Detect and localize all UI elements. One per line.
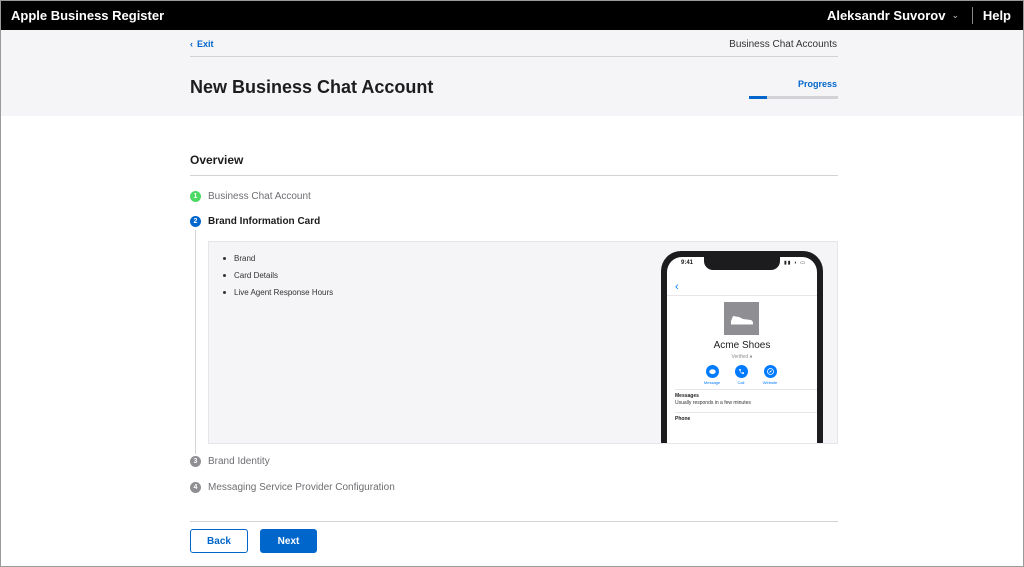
step-number-badge: 3: [190, 456, 201, 467]
top-navigation-bar: Apple Business Register Aleksandr Suvoro…: [1, 1, 1023, 30]
status-icons: ▮▮ ◗ ▭: [783, 260, 806, 266]
step-messaging-service-provider-configuration[interactable]: 4 Messaging Service Provider Configurati…: [190, 482, 395, 493]
divider: [190, 56, 838, 57]
status-time: 9:41: [681, 260, 694, 266]
page-header: ‹ Exit Business Chat Accounts New Busine…: [1, 30, 1023, 116]
action-label: Message: [703, 380, 721, 385]
user-name: Aleksandr Suvorov: [826, 8, 946, 23]
list-item: Live Agent Response Hours: [223, 288, 333, 297]
verified-text: Verified: [731, 354, 749, 360]
compass-icon: [763, 365, 777, 378]
page-title: New Business Chat Account: [190, 77, 434, 97]
phone-preview: 9:41 ▮▮ ◗ ▭ ‹ Acme Shoes Verified ● Mess…: [661, 251, 823, 443]
messages-description: Usually responds in a few minutes: [675, 400, 751, 406]
exit-link[interactable]: ‹ Exit: [190, 39, 214, 49]
shoe-logo-icon: [724, 302, 759, 335]
step-label: Brand Identity: [208, 456, 270, 467]
step-label: Business Chat Account: [208, 191, 311, 202]
divider: [675, 412, 817, 413]
call-action: Call: [733, 365, 749, 385]
message-icon: [705, 365, 719, 378]
list-item: Brand: [223, 254, 333, 263]
action-label: Website: [762, 380, 778, 385]
back-button[interactable]: Back: [190, 529, 248, 553]
brand-information-card: Brand Card Details Live Agent Response H…: [208, 241, 838, 444]
message-action: Message: [704, 365, 720, 385]
messages-title: Messages: [675, 393, 699, 399]
step-number-badge: 2: [190, 216, 201, 227]
next-button[interactable]: Next: [260, 529, 317, 553]
step-brand-identity[interactable]: 3 Brand Identity: [190, 456, 270, 467]
phone-section-title: Phone: [675, 416, 691, 422]
divider: [190, 175, 838, 176]
step-label: Brand Information Card: [208, 216, 321, 227]
divider: [675, 389, 817, 390]
progress-bar-fill: [749, 96, 767, 99]
progress-bar: [749, 96, 838, 99]
step-business-chat-account[interactable]: 1 Business Chat Account: [190, 191, 311, 202]
user-menu[interactable]: Aleksandr Suvorov ⌄: [827, 8, 959, 23]
step-label: Messaging Service Provider Configuration: [208, 482, 395, 493]
verified-label: Verified ●: [667, 354, 817, 360]
phone-notch: [704, 257, 780, 270]
website-action: Website: [762, 365, 778, 385]
contact-actions: Message Call Website: [704, 365, 778, 385]
phone-screen: 9:41 ▮▮ ◗ ▭ ‹ Acme Shoes Verified ● Mess…: [667, 257, 817, 443]
divider: [667, 295, 817, 296]
action-label: Call: [737, 380, 745, 385]
chevron-left-icon: ‹: [675, 281, 679, 293]
exit-label: Exit: [197, 39, 214, 49]
app-title[interactable]: Apple Business Register: [11, 8, 164, 23]
divider: [190, 521, 838, 522]
verified-icon: ●: [749, 354, 753, 360]
list-item: Card Details: [223, 271, 333, 280]
progress-label: Progress: [797, 79, 837, 89]
chevron-left-icon: ‹: [190, 39, 193, 49]
step-connector-line: [195, 230, 196, 454]
step-number-badge: 1: [190, 191, 201, 202]
divider: [972, 7, 973, 24]
overview-heading: Overview: [190, 153, 244, 167]
help-link[interactable]: Help: [983, 8, 1011, 23]
card-items-list: Brand Card Details Live Agent Response H…: [223, 254, 333, 305]
breadcrumb[interactable]: Business Chat Accounts: [729, 39, 837, 50]
phone-icon: [734, 365, 748, 378]
step-brand-information-card[interactable]: 2 Brand Information Card: [190, 216, 320, 227]
business-name: Acme Shoes: [713, 340, 771, 351]
step-number-badge: 4: [190, 482, 201, 493]
chevron-down-icon: ⌄: [951, 10, 959, 20]
